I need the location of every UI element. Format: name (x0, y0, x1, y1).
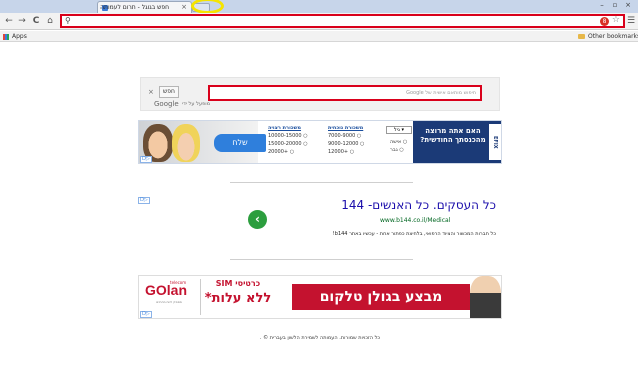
apps-grid-icon[interactable] (3, 34, 9, 40)
search-button[interactable]: חפש (159, 86, 179, 98)
tab-strip (0, 0, 638, 13)
footer-copyright: כל הזכויות שמורות. העמותה לשמירת הלשון ב… (259, 335, 381, 341)
divider (230, 259, 413, 260)
home-icon[interactable]: ⌂ (45, 15, 55, 27)
bookmarks-bar: Apps Other bookmarks (0, 31, 638, 42)
age-dropdown[interactable]: גיל ▾ (386, 126, 412, 134)
banner-headline: האם אתה מרוצה מהכנסתך החודשית? (420, 127, 486, 144)
golan-logo: GOlan (145, 282, 188, 298)
promo-headline: מבצע בגולן טלקום (292, 284, 470, 310)
back-icon[interactable]: ← (4, 15, 14, 27)
text-ad-description: כל חברות המכשור והציוד הרפואי, בלחיצת כפ… (332, 231, 496, 237)
current-salary-option[interactable]: 12000+ ○ (328, 148, 364, 156)
bookmark-star-icon[interactable]: ☆ (612, 15, 620, 26)
desired-salary-option[interactable]: 15000-20000 ○ (268, 140, 308, 148)
text-ad-title[interactable]: כל העסקים. כל האנשים- 144 (290, 198, 496, 212)
adchoices-icon[interactable]: D▷ (138, 197, 150, 204)
adchoices-icon[interactable]: D▷ (140, 311, 152, 318)
gender-option[interactable]: אישה ○ (390, 138, 407, 146)
current-salary-option[interactable]: 9000-12000 ○ (328, 140, 364, 148)
close-window-button[interactable]: × (622, 0, 634, 10)
chevron-left-icon[interactable]: ‹ (248, 210, 267, 229)
tab-title: חפש בגוגל - תרום לעמותה (100, 4, 169, 11)
clear-icon[interactable]: × (148, 88, 154, 96)
send-button[interactable]: שלח (214, 134, 266, 152)
gender-option[interactable]: גבר ○ (390, 146, 407, 154)
desired-salary-option[interactable]: 10000-15000 ○ (268, 132, 308, 140)
sim-offer-line: כרטיסי SIM (215, 279, 261, 288)
search-placeholder: חיפוש מותאם אישית של Google (406, 90, 476, 96)
maximize-button[interactable]: ▫ (609, 0, 621, 10)
current-salary-option[interactable]: 7000-9000 ○ (328, 132, 364, 140)
search-icon: ⚲ (65, 16, 71, 25)
current-salary-column: משכורת נוכחית 7000-9000 ○ 9000-12000 ○ 1… (328, 124, 364, 156)
search-input[interactable]: חיפוש מותאם אישית של Google (208, 85, 482, 101)
desired-salary-option[interactable]: 20000+ ○ (268, 148, 308, 156)
menu-icon[interactable]: ☰ (627, 16, 635, 26)
efix-logo: EFIX (489, 124, 501, 160)
golan-tagline: מספיק לנוח מהחיים (156, 300, 182, 304)
desired-salary-column: משכורת רצויה 10000-15000 ○ 15000-20000 ○… (268, 124, 308, 156)
divider (230, 182, 413, 183)
extension-badge[interactable]: 8 (600, 17, 609, 26)
gender-options: אישה ○ גבר ○ (390, 138, 407, 154)
current-salary-heading: משכורת נוכחית (328, 125, 364, 131)
forward-icon[interactable]: → (17, 15, 27, 27)
powered-by-label: מופעל על ידי (182, 101, 210, 107)
tab-close-icon[interactable]: × (181, 2, 187, 13)
adchoices-icon[interactable]: D▷ (140, 156, 152, 163)
text-ad-url[interactable]: www.b144.co.il/Medical (380, 217, 496, 224)
person-photo (470, 276, 501, 318)
browser-tab[interactable]: חפש בגוגל - תרום לעמותה × (97, 1, 192, 13)
minimize-button[interactable]: – (596, 0, 608, 10)
reload-icon[interactable]: C (31, 15, 41, 27)
address-bar[interactable]: ⚲ 8 ☆ (60, 14, 625, 28)
folder-icon (578, 34, 585, 39)
free-offer-line: ללא עלות* (204, 291, 272, 306)
woman-photo (172, 124, 200, 162)
desired-salary-heading: משכורת רצויה (268, 125, 302, 131)
other-bookmarks[interactable]: Other bookmarks (588, 31, 638, 42)
bookmark-apps[interactable]: Apps (12, 31, 27, 42)
google-logo: Google (154, 100, 179, 108)
